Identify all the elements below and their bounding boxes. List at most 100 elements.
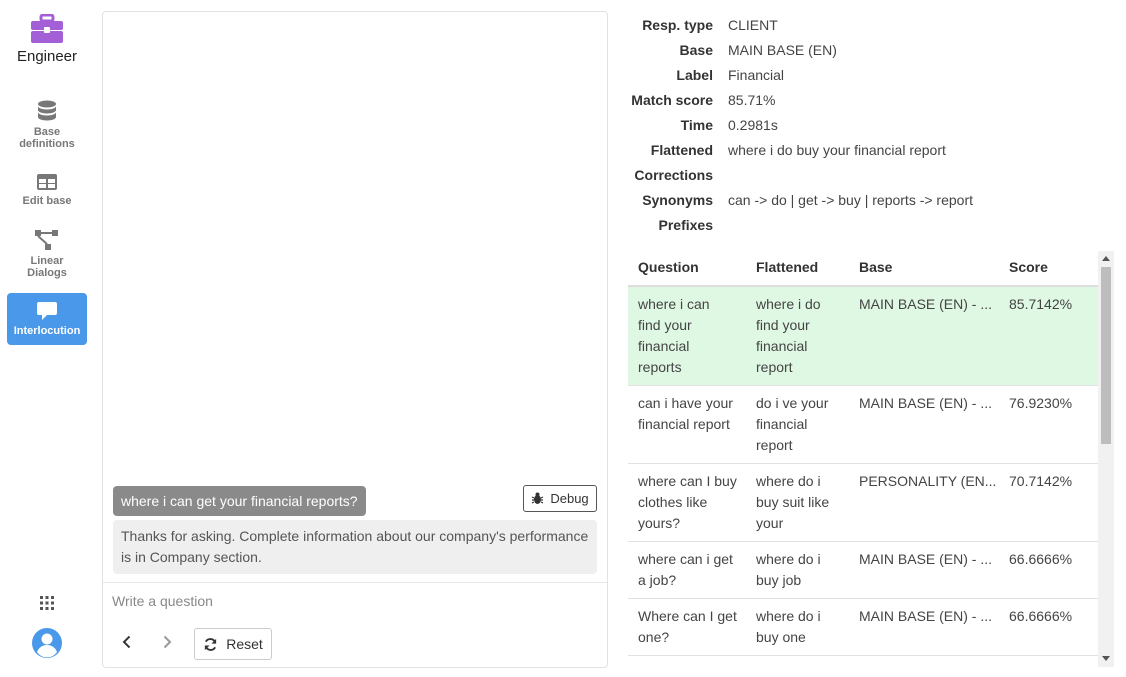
- info-row-match-score: Match score 85.71%: [628, 89, 1108, 111]
- column-header-base[interactable]: Base: [859, 259, 892, 275]
- chevron-left-icon[interactable]: [119, 634, 135, 650]
- cell-score: 76.9230%: [1009, 395, 1073, 411]
- info-row-corrections: Corrections: [628, 164, 1108, 186]
- question-input[interactable]: [112, 590, 598, 612]
- cell-flattened: where do i buy one: [756, 606, 856, 648]
- reset-label: Reset: [226, 636, 263, 652]
- flow-icon: [35, 230, 58, 250]
- chat-panel: where i can get your financial reports? …: [102, 11, 608, 668]
- info-row-time: Time 0.2981s: [628, 114, 1108, 136]
- brand[interactable]: Engineer: [0, 14, 94, 65]
- cell-line: find your: [756, 317, 810, 333]
- sidebar-item-edit-base[interactable]: Edit base: [7, 173, 87, 211]
- sidebar-item-label: Dialogs: [27, 267, 67, 279]
- info-row-prefixes: Prefixes: [628, 214, 1108, 236]
- bug-icon: [532, 492, 544, 504]
- cell-line: can i have your: [638, 395, 733, 411]
- cell-line: your: [756, 515, 784, 531]
- database-icon: [38, 100, 56, 121]
- info-key: Synonyms: [642, 192, 713, 208]
- info-key: Flattened: [650, 142, 713, 158]
- cell-question: where can i get a job?: [638, 549, 748, 591]
- column-header-flattened[interactable]: Flattened: [756, 259, 818, 275]
- toolbox-icon: [31, 14, 63, 43]
- info-key: Corrections: [634, 167, 713, 183]
- sidebar-item-label: Edit base: [22, 195, 72, 207]
- table-icon: [37, 174, 57, 190]
- info-row-resp-type: Resp. type CLIENT: [628, 14, 1108, 36]
- sidebar-item-linear-dialogs[interactable]: Linear Dialogs: [7, 229, 87, 281]
- table-header: Question Flattened Base Score: [628, 251, 1098, 287]
- cell-score: 66.6666%: [1009, 608, 1073, 624]
- cell-line: where i do: [756, 296, 821, 312]
- info-key: Prefixes: [658, 217, 713, 233]
- cell-line: reports: [638, 359, 682, 375]
- table-row[interactable]: where i can find your financial reports …: [628, 287, 1098, 386]
- cell-score: 70.7142%: [1009, 473, 1073, 489]
- cell-line: clothes like: [638, 494, 708, 510]
- sidebar-item-label: Linear: [30, 255, 64, 267]
- cell-score: 85.7142%: [1009, 296, 1073, 312]
- sidebar-item-interlocution[interactable]: Interlocution: [7, 293, 87, 345]
- info-value: 85.71%: [728, 92, 776, 108]
- cell-base: MAIN BASE (EN) - ...: [859, 551, 993, 567]
- debug-label: Debug: [550, 491, 589, 506]
- column-header-score[interactable]: Score: [1009, 259, 1048, 275]
- cell-line: Where can I get: [638, 608, 737, 624]
- cell-line: buy one: [756, 629, 806, 645]
- cell-line: where i can: [638, 296, 710, 312]
- cell-question: can i have your financial report: [638, 393, 748, 435]
- cell-base: MAIN BASE (EN) - ...: [859, 296, 993, 312]
- refresh-icon: [205, 637, 217, 651]
- cell-line: yours?: [638, 515, 681, 531]
- scroll-thumb[interactable]: [1101, 267, 1111, 444]
- results-table: Question Flattened Base Score where i ca…: [628, 251, 1114, 667]
- info-value: Financial: [728, 67, 785, 83]
- divider: [103, 582, 607, 583]
- info-key: Resp. type: [642, 17, 713, 33]
- info-key: Base: [679, 42, 713, 58]
- info-row-synonyms: Synonyms can -> do | get -> buy | report…: [628, 189, 1108, 211]
- cell-line: one?: [638, 629, 670, 645]
- cell-line: report: [756, 437, 793, 453]
- table-row[interactable]: where can I buy clothes like yours? wher…: [628, 464, 1098, 542]
- info-value: CLIENT: [728, 17, 778, 33]
- info-row-flattened: Flattened where i do buy your financial …: [628, 139, 1108, 161]
- cell-line: do i ve your: [756, 395, 829, 411]
- scroll-down-arrow-icon[interactable]: [1102, 656, 1110, 661]
- cell-line: financial: [756, 416, 808, 432]
- cell-base: PERSONALITY (EN...: [859, 473, 997, 489]
- cell-line: report: [756, 359, 793, 375]
- cell-line: find your: [638, 317, 692, 333]
- info-key: Time: [680, 117, 713, 133]
- table-row[interactable]: Where can I get one? where do i buy one …: [628, 599, 1098, 656]
- table-scrollbar[interactable]: [1098, 251, 1114, 667]
- sidebar-item-label: definitions: [19, 138, 75, 150]
- sidebar-item-label: Interlocution: [13, 325, 81, 337]
- user-avatar-icon[interactable]: [32, 628, 62, 658]
- table-row[interactable]: can i have your financial report do i ve…: [628, 386, 1098, 464]
- cell-line: buy suit like: [756, 494, 830, 510]
- info-value: MAIN BASE (EN): [728, 42, 837, 58]
- cell-line: where do i: [756, 473, 821, 489]
- column-header-question[interactable]: Question: [638, 259, 699, 275]
- info-value: 0.2981s: [728, 117, 778, 133]
- cell-line: where can i get: [638, 551, 733, 567]
- chevron-right-icon[interactable]: [159, 634, 175, 650]
- apps-grid-icon[interactable]: [39, 595, 55, 611]
- bot-message: Thanks for asking. Complete information …: [113, 520, 597, 574]
- sidebar: Engineer Base definitions Edit base Line…: [0, 0, 94, 677]
- cell-base: MAIN BASE (EN) - ...: [859, 395, 993, 411]
- cell-question: Where can I get one?: [638, 606, 748, 648]
- info-value: can -> do | get -> buy | reports -> repo…: [728, 192, 974, 208]
- scroll-up-arrow-icon[interactable]: [1102, 256, 1110, 261]
- info-row-label: Label Financial: [628, 64, 1108, 86]
- cell-line: buy job: [756, 572, 802, 588]
- reset-button[interactable]: Reset: [194, 628, 272, 660]
- cell-line: financial: [756, 338, 808, 354]
- debug-button[interactable]: Debug: [523, 485, 597, 512]
- table-row[interactable]: where can i get a job? where do i buy jo…: [628, 542, 1098, 599]
- sidebar-item-base-definitions[interactable]: Base definitions: [7, 100, 87, 154]
- brand-label: Engineer: [16, 48, 78, 65]
- cell-line: financial: [638, 338, 690, 354]
